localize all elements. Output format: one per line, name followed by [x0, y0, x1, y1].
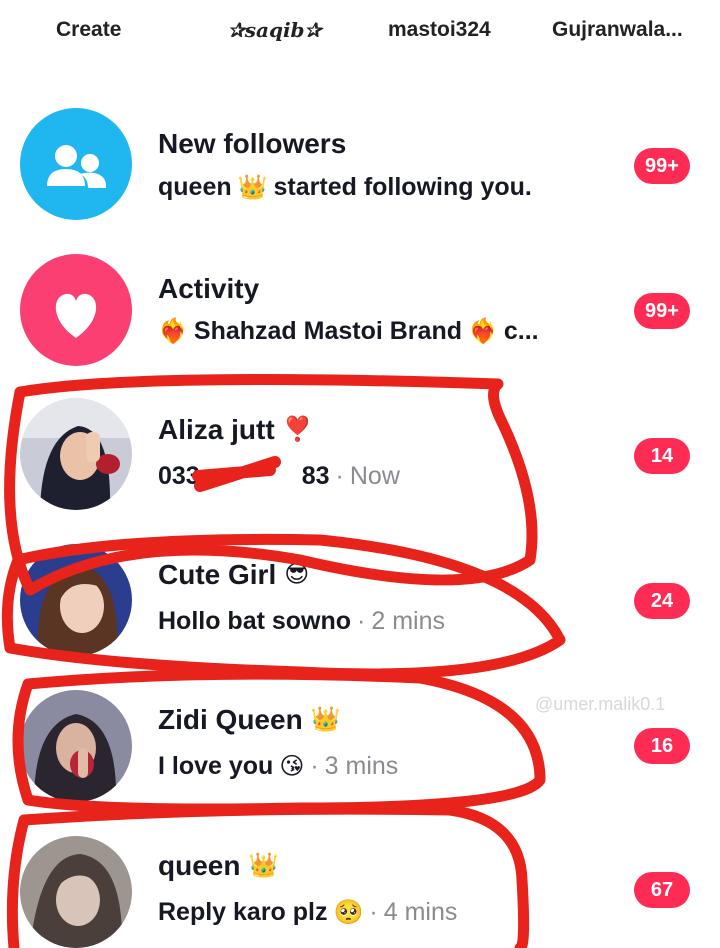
sunglasses-icon: 😎: [284, 561, 310, 588]
redacted-number: [206, 467, 296, 487]
conversation-row[interactable]: Cute Girl 😎 Hollo bat sowno · 2 mins 24: [0, 528, 720, 668]
conversation-row[interactable]: Zidi Queen 👑 I love you 😘 · 3 mins 16: [0, 672, 720, 812]
row-subtitle: ❤️‍🔥 Shahzad Mastoi Brand ❤️‍🔥 c...: [158, 317, 539, 345]
crown-icon: 👑: [248, 852, 279, 879]
unread-badge: 67: [634, 872, 690, 908]
followers-icon: [20, 108, 132, 220]
avatar: [20, 690, 132, 802]
heart-fire-icon: ❤️‍🔥: [467, 317, 498, 345]
message-preview: I love you 😘 · 3 mins: [158, 752, 399, 780]
new-followers-row[interactable]: New followers queen 👑 started following …: [0, 96, 720, 236]
avatar: [20, 544, 132, 656]
message-preview: Hollo bat sowno · 2 mins: [158, 607, 446, 635]
conversation-row[interactable]: Aliza jutt ❣️ 033 83 · Now 14: [0, 384, 720, 524]
unread-badge: 14: [634, 438, 690, 474]
top-tab-bar: Create ✰saqib✰ mastoi324 Gujranwala...: [0, 0, 720, 62]
unread-badge: 99+: [634, 293, 690, 329]
row-title: New followers: [158, 128, 347, 159]
contact-name: Zidi Queen 👑: [158, 704, 341, 735]
heart-exclamation-icon: ❣️: [282, 416, 313, 443]
tab-saqib[interactable]: ✰saqib✰: [228, 18, 321, 42]
tab-mastoi324[interactable]: mastoi324: [388, 18, 491, 42]
crown-icon: 👑: [237, 173, 268, 201]
conversation-row[interactable]: queen 👑 Reply karo plz 🥺 · 4 mins 67: [0, 816, 720, 948]
avatar: [20, 398, 132, 510]
watermark: @umer.malik0.1: [535, 694, 666, 714]
message-preview: Reply karo plz 🥺 · 4 mins: [158, 898, 458, 926]
tab-create[interactable]: Create: [56, 18, 121, 42]
unread-badge: 16: [634, 728, 690, 764]
crown-icon: 👑: [310, 706, 341, 733]
avatar: [20, 836, 132, 948]
pleading-face-icon: 🥺: [333, 898, 364, 926]
row-title: Activity: [158, 273, 260, 304]
kiss-face-icon: 😘: [279, 752, 305, 780]
unread-badge: 24: [634, 583, 690, 619]
row-subtitle: queen 👑 started following you.: [158, 173, 532, 201]
contact-name: Cute Girl 😎: [158, 559, 310, 590]
contact-name: queen 👑: [158, 850, 279, 881]
message-preview: 033 83 · Now: [158, 462, 400, 490]
heart-icon: [20, 254, 132, 366]
activity-row[interactable]: Activity ❤️‍🔥 Shahzad Mastoi Brand ❤️‍🔥 …: [0, 240, 720, 380]
heart-fire-icon: ❤️‍🔥: [158, 317, 188, 345]
contact-name: Aliza jutt ❣️: [158, 414, 313, 445]
unread-badge: 99+: [634, 148, 690, 184]
tab-gujranwala[interactable]: Gujranwala...: [552, 18, 683, 42]
